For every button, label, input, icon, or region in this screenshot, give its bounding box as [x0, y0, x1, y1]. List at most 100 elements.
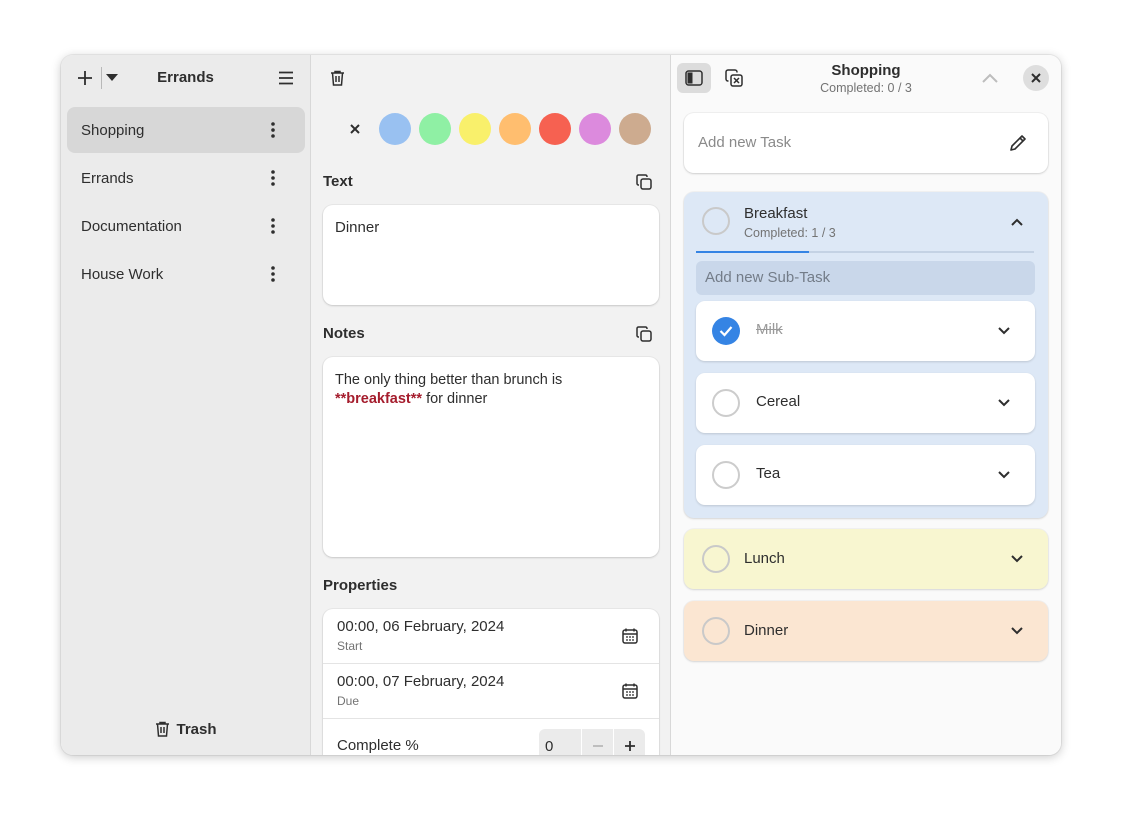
text-value: Dinner: [335, 219, 380, 236]
sidebar-item-menu[interactable]: [261, 262, 285, 286]
kebab-icon: [271, 266, 275, 282]
sidebar-item-shopping[interactable]: Shopping: [67, 107, 305, 153]
color-swatch-red[interactable]: [539, 113, 571, 145]
color-swatch-blue[interactable]: [379, 113, 411, 145]
task-name: Breakfast: [744, 205, 808, 222]
chevron-down-icon[interactable]: [995, 394, 1013, 412]
task-checkbox[interactable]: [702, 617, 730, 645]
trash-icon: [330, 70, 344, 86]
sidebar-title: Errands: [157, 69, 214, 86]
sidebar-item-documentation[interactable]: Documentation: [67, 203, 305, 249]
pencil-icon[interactable]: [1008, 133, 1028, 153]
chevron-down-icon[interactable]: [995, 466, 1013, 484]
task-group-dinner[interactable]: Dinner: [684, 601, 1048, 661]
check-icon: [719, 326, 733, 337]
header-separator: [101, 67, 102, 89]
notes-text-after: for dinner: [422, 391, 488, 407]
add-task-field[interactable]: Add new Task: [684, 113, 1048, 173]
complete-percent-input[interactable]: 0: [539, 729, 581, 755]
add-subtask-field[interactable]: Add new Sub-Task: [696, 261, 1035, 295]
color-swatch-purple[interactable]: [579, 113, 611, 145]
copy-icon: [636, 326, 652, 342]
task-progress-bar: [696, 251, 1034, 253]
copy-text-button[interactable]: [632, 170, 656, 194]
properties-card: 00:00, 06 February, 2024 Start 00:00, 07…: [323, 609, 659, 755]
sidebar-item-menu[interactable]: [261, 166, 285, 190]
notes-text-before: The only thing better than brunch is: [335, 372, 563, 388]
start-date-label: Start: [337, 639, 363, 653]
start-date-value: 00:00, 06 February, 2024: [337, 618, 505, 635]
add-task-placeholder: Add new Task: [698, 134, 792, 151]
color-swatch-yellow[interactable]: [459, 113, 491, 145]
add-list-dropdown[interactable]: [103, 64, 121, 92]
sidebar-item-house-work[interactable]: House Work: [67, 251, 305, 297]
task-name: Lunch: [744, 550, 785, 567]
main-menu-button[interactable]: [272, 64, 300, 92]
chevron-down-icon[interactable]: [995, 322, 1013, 340]
chevron-down-icon[interactable]: [1008, 550, 1026, 568]
kebab-icon: [271, 122, 275, 138]
app-window: Errands Shopping Errands Documentation H…: [61, 55, 1061, 755]
complete-percent-stepper: 0: [539, 729, 645, 755]
task-checkbox[interactable]: [702, 207, 730, 235]
details-pane: Text Dinner Notes The only thing better …: [311, 55, 671, 755]
chevron-down-icon[interactable]: [1008, 622, 1026, 640]
subtask-name: Cereal: [756, 393, 801, 410]
task-name: Dinner: [744, 622, 789, 639]
clear-color-button[interactable]: [339, 113, 371, 145]
kebab-icon: [271, 218, 275, 234]
notes-text-bold: **breakfast**: [335, 391, 423, 407]
sidebar-icon: [685, 70, 703, 86]
clear-completed-button[interactable]: [717, 63, 751, 93]
notes-field[interactable]: The only thing better than brunch is **b…: [323, 357, 659, 557]
hamburger-icon: [279, 71, 293, 85]
start-date-row[interactable]: 00:00, 06 February, 2024 Start: [323, 609, 659, 664]
delete-task-button[interactable]: [323, 64, 351, 92]
chevron-up-icon[interactable]: [1008, 213, 1026, 231]
close-icon: [350, 124, 360, 134]
due-date-row[interactable]: 00:00, 07 February, 2024 Due: [323, 664, 659, 719]
chevron-up-icon: [982, 73, 998, 83]
trash-icon: [156, 721, 170, 737]
subtask-tea[interactable]: Tea: [696, 445, 1035, 505]
color-swatch-green[interactable]: [419, 113, 451, 145]
due-date-label: Due: [337, 694, 360, 708]
subtask-checkbox[interactable]: [712, 461, 740, 489]
subtask-cereal[interactable]: Cereal: [696, 373, 1035, 433]
trash-button[interactable]: Trash: [61, 717, 311, 741]
sidebar-item-menu[interactable]: [261, 214, 285, 238]
copy-notes-button[interactable]: [632, 322, 656, 346]
subtask-milk[interactable]: Milk: [696, 301, 1035, 361]
text-section-title: Text: [323, 173, 353, 190]
subtask-checkbox-checked[interactable]: [712, 317, 740, 345]
subtask-checkbox[interactable]: [712, 389, 740, 417]
scroll-up-button[interactable]: [977, 65, 1003, 91]
sidebar-list: Shopping Errands Documentation House Wor…: [67, 107, 305, 299]
color-swatch-orange[interactable]: [499, 113, 531, 145]
sidebar-item-label: Documentation: [81, 217, 182, 235]
sidebar-item-menu[interactable]: [261, 118, 285, 142]
sidebar-item-errands[interactable]: Errands: [67, 155, 305, 201]
tasks-pane: Shopping Completed: 0 / 3 Add new Task B…: [671, 55, 1061, 755]
clear-copies-icon: [725, 69, 743, 87]
text-field[interactable]: Dinner: [323, 205, 659, 305]
notes-section-title: Notes: [323, 325, 365, 342]
add-list-button[interactable]: [71, 64, 99, 92]
decrement-button[interactable]: [581, 729, 613, 755]
minus-icon: [592, 745, 603, 747]
trash-label: Trash: [176, 720, 217, 738]
calendar-icon[interactable]: [621, 627, 639, 645]
caret-down-icon: [106, 74, 118, 81]
task-checkbox[interactable]: [702, 545, 730, 573]
task-group-lunch[interactable]: Lunch: [684, 529, 1048, 589]
due-date-value: 00:00, 07 February, 2024: [337, 673, 505, 690]
toggle-sidebar-button[interactable]: [677, 63, 711, 93]
subtask-name: Tea: [756, 465, 781, 482]
increment-button[interactable]: [613, 729, 645, 755]
copy-icon: [636, 174, 652, 190]
close-window-button[interactable]: [1023, 65, 1049, 91]
color-swatch-brown[interactable]: [619, 113, 651, 145]
calendar-icon[interactable]: [621, 682, 639, 700]
complete-percent-row: Complete % 0: [323, 719, 659, 755]
color-picker: [339, 113, 651, 145]
